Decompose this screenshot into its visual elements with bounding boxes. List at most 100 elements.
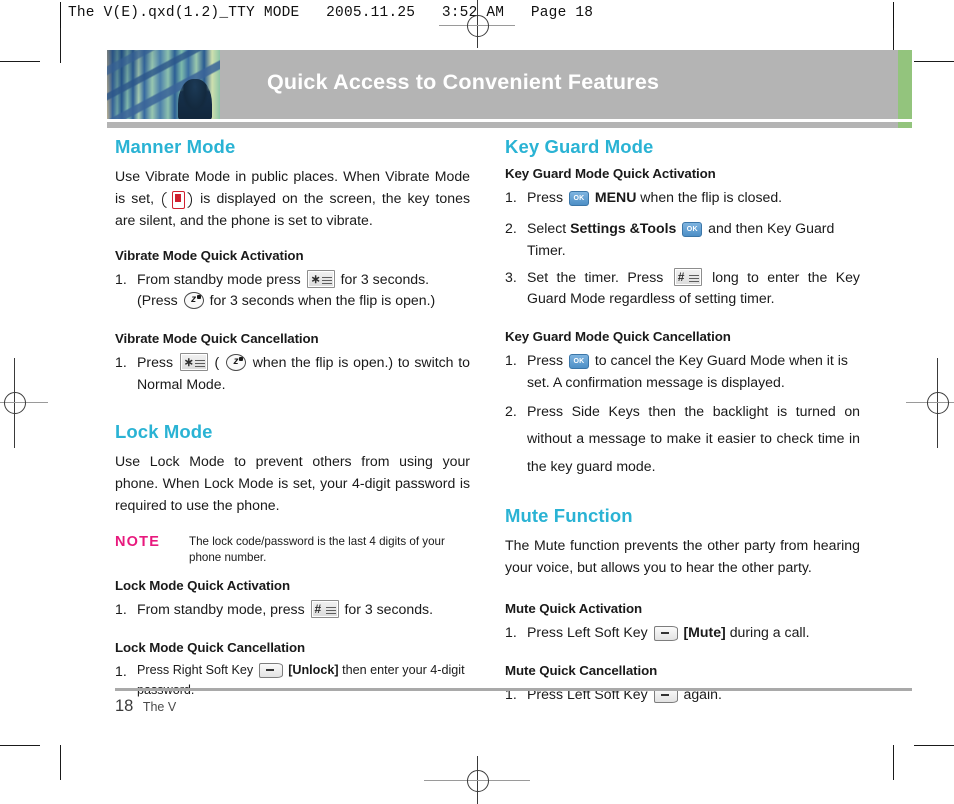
star-key-sublines bbox=[194, 360, 205, 370]
mute-activation-text-b: [Mute] bbox=[683, 624, 726, 640]
star-key-glyph: ∗ bbox=[183, 355, 194, 370]
step-text-a: From standby mode press bbox=[137, 270, 301, 287]
right-column: Key Guard Mode Key Guard Mode Quick Acti… bbox=[505, 136, 860, 718]
manual-page: Quick Access to Convenient Features Mann… bbox=[0, 0, 954, 804]
header-rule-accent bbox=[898, 122, 912, 128]
header-rule bbox=[107, 122, 912, 128]
ok-key-glyph: OK bbox=[573, 195, 585, 202]
kg-step2-text-b: Settings &Tools bbox=[570, 219, 677, 236]
vibrate-phone-icon bbox=[172, 190, 186, 209]
lock-cancellation-steps: Press Right Soft Key [Unlock] then enter… bbox=[115, 661, 470, 700]
soft-key-bar-icon bbox=[660, 693, 669, 696]
list-item: Press ∗ ( z when the flip is open.) to s… bbox=[115, 352, 470, 396]
lock-activation-text-b: for 3 seconds. bbox=[344, 601, 433, 618]
vibrate-wave-left-icon bbox=[162, 191, 167, 208]
note-block: NOTE The lock code/password is the last … bbox=[115, 534, 470, 566]
note-label: NOTE bbox=[115, 534, 161, 551]
ok-key-icon: OK bbox=[568, 354, 589, 370]
star-key-icon: ∗ bbox=[306, 269, 335, 288]
ok-key-icon: OK bbox=[682, 221, 703, 237]
mute-activation-text-a: Press Left Soft Key bbox=[527, 624, 648, 640]
banner-photo-figure bbox=[178, 79, 212, 119]
list-item: Press OK MENU when the flip is closed. bbox=[505, 187, 860, 209]
list-item: Press OK to cancel the Key Guard Mode wh… bbox=[505, 350, 860, 394]
mute-activation-text-c: during a call. bbox=[729, 624, 810, 640]
banner-accent-block bbox=[898, 50, 912, 119]
kg-step1-text-c: when the flip is closed. bbox=[640, 189, 783, 205]
book-title: The V bbox=[142, 700, 177, 714]
heading-lock-cancellation: Lock Mode Quick Cancellation bbox=[115, 640, 306, 656]
pound-key-icon: # bbox=[673, 267, 702, 286]
list-item: Press Right Soft Key [Unlock] then enter… bbox=[115, 661, 470, 700]
note-text: The lock code/password is the last 4 dig… bbox=[189, 535, 445, 565]
footer-rule bbox=[115, 688, 912, 691]
manner-mode-intro: Use Vibrate Mode in public places. When … bbox=[115, 166, 470, 232]
vibrate-cancellation-steps: Press ∗ ( z when the flip is open.) to s… bbox=[115, 352, 470, 396]
kg-step1-text-b: MENU bbox=[594, 189, 637, 205]
list-item: Set the timer. Press # long to enter the… bbox=[505, 267, 860, 311]
heading-manner-mode: Manner Mode bbox=[115, 136, 236, 157]
vibrate-activation-steps: From standby mode press ∗ for 3 seconds.… bbox=[115, 269, 470, 313]
pound-key-icon: # bbox=[310, 600, 339, 619]
star-key-icon: ∗ bbox=[179, 353, 208, 372]
heading-vibrate-activation: Vibrate Mode Quick Activation bbox=[115, 247, 304, 263]
soft-key-bar-icon bbox=[265, 669, 274, 672]
lock-activation-steps: From standby mode, press # for 3 seconds… bbox=[115, 599, 470, 621]
pound-key-glyph: # bbox=[677, 269, 685, 284]
step-text-d: for 3 seconds when the flip is open.) bbox=[209, 292, 436, 309]
heading-mute-cancellation: Mute Quick Cancellation bbox=[505, 662, 658, 678]
lock-activation-text-a: From standby mode, press bbox=[137, 601, 305, 618]
list-item: From standby mode, press # for 3 seconds… bbox=[115, 599, 470, 621]
heading-mute-function: Mute Function bbox=[505, 505, 633, 527]
keyguard-cancellation-steps: Press OK to cancel the Key Guard Mode wh… bbox=[505, 350, 860, 480]
ok-key-glyph: OK bbox=[686, 225, 698, 233]
lock-cancel-text-a: Press Right Soft Key bbox=[137, 663, 254, 678]
mute-function-intro: The Mute function prevents the other par… bbox=[505, 537, 860, 576]
list-item: Select Settings &Tools OK and then Key G… bbox=[505, 218, 860, 262]
step-text-c: (Press bbox=[137, 292, 178, 309]
lock-cancel-text-b: [Unlock] bbox=[288, 663, 339, 678]
mute-activation-steps: Press Left Soft Key [Mute] during a call… bbox=[505, 622, 860, 644]
sleep-key-dot-icon bbox=[238, 357, 243, 362]
page-number: 18 bbox=[115, 697, 134, 715]
star-key-glyph: ∗ bbox=[310, 271, 321, 286]
cancel-text-b: ( bbox=[214, 354, 220, 371]
left-column: Manner Mode Use Vibrate Mode in public p… bbox=[115, 136, 470, 712]
right-soft-key-icon bbox=[258, 663, 283, 679]
ok-key-glyph: OK bbox=[573, 358, 585, 366]
heading-vibrate-cancellation: Vibrate Mode Quick Cancellation bbox=[115, 331, 319, 347]
sleep-key-icon: z bbox=[225, 354, 246, 372]
heading-lock-mode: Lock Mode bbox=[115, 420, 213, 442]
vibrate-mode-icon bbox=[162, 190, 193, 209]
heading-lock-activation: Lock Mode Quick Activation bbox=[115, 578, 290, 594]
star-key-sublines bbox=[321, 276, 332, 286]
list-item: From standby mode press ∗ for 3 seconds.… bbox=[115, 269, 470, 313]
kg-step3-text-a: Set the timer. Press bbox=[527, 268, 664, 285]
pound-key-glyph: # bbox=[314, 602, 322, 617]
cancel-text-a: Press bbox=[137, 354, 174, 371]
pound-key-sublines bbox=[688, 274, 699, 284]
list-item: Press Left Soft Key [Mute] during a call… bbox=[505, 622, 860, 644]
heading-mute-activation: Mute Quick Activation bbox=[505, 601, 643, 616]
lock-mode-intro: Use Lock Mode to prevent others from usi… bbox=[115, 452, 470, 513]
kg-step1-text-a: Press bbox=[527, 189, 564, 205]
heading-keyguard-activation: Key Guard Mode Quick Activation bbox=[505, 166, 716, 181]
soft-key-bar-icon bbox=[660, 632, 669, 634]
kg-step2-text-a: Select bbox=[527, 219, 567, 236]
heading-keyguard-cancellation: Key Guard Mode Quick Cancellation bbox=[505, 329, 731, 345]
list-item: Press Side Keys then the backlight is tu… bbox=[505, 398, 860, 474]
sleep-key-dot-icon bbox=[196, 295, 201, 300]
page-header-banner: Quick Access to Convenient Features bbox=[107, 50, 912, 119]
keyguard-activation-steps: Press OK MENU when the flip is closed. S… bbox=[505, 187, 860, 310]
left-soft-key-icon bbox=[653, 626, 678, 641]
heading-key-guard-mode: Key Guard Mode bbox=[505, 136, 654, 157]
